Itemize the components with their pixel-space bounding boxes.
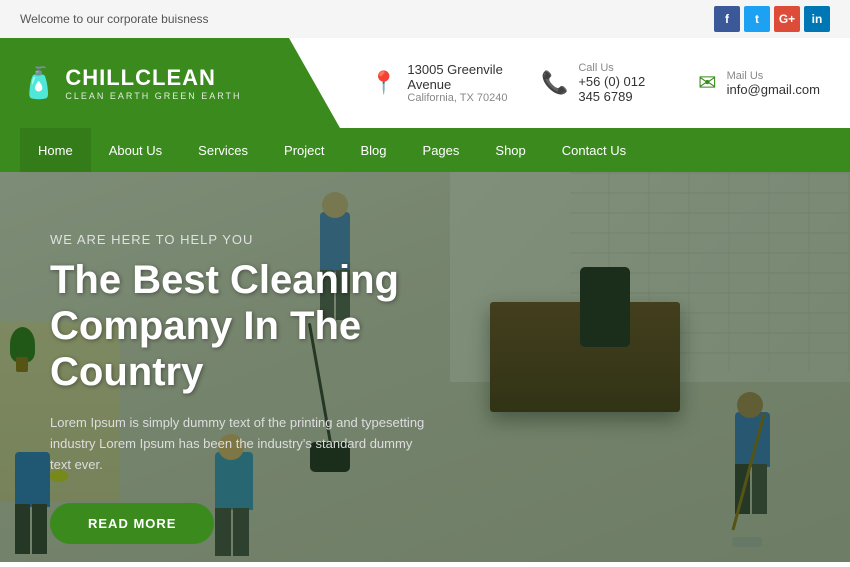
- nav-project[interactable]: Project: [266, 128, 342, 172]
- phone-number: +56 (0) 012 345 6789: [578, 74, 668, 104]
- welcome-text: Welcome to our corporate buisness: [20, 12, 209, 26]
- logo-area: 🧴 CHILLCLEAN CLEAN EARTH GREEN EARTH: [0, 38, 340, 128]
- contact-phone: 📞 Call Us +56 (0) 012 345 6789: [541, 62, 668, 104]
- nav-pages[interactable]: Pages: [405, 128, 478, 172]
- hero-section: WE ARE HERE TO HELP YOU The Best Cleanin…: [0, 172, 850, 562]
- hero-subtitle: WE ARE HERE TO HELP YOU: [50, 232, 510, 247]
- contact-email: ✉ Mail Us info@gmail.com: [698, 70, 820, 97]
- brand-name: CHILLCLEAN: [65, 65, 241, 91]
- address-line1: 13005 Greenvile Avenue: [407, 62, 511, 92]
- mail-label: Mail Us: [727, 70, 820, 82]
- main-nav: Home About Us Services Project Blog Page…: [0, 128, 850, 172]
- hero-content: WE ARE HERE TO HELP YOU The Best Cleanin…: [0, 172, 560, 562]
- top-bar: Welcome to our corporate buisness f t G+…: [0, 0, 850, 38]
- twitter-icon[interactable]: t: [744, 6, 770, 32]
- hero-description: Lorem Ipsum is simply dummy text of the …: [50, 413, 430, 475]
- facebook-icon[interactable]: f: [714, 6, 740, 32]
- nav-services[interactable]: Services: [180, 128, 266, 172]
- brand-tagline: CLEAN EARTH GREEN EARTH: [65, 91, 241, 101]
- linkedin-icon[interactable]: in: [804, 6, 830, 32]
- nav-home[interactable]: Home: [20, 128, 91, 172]
- phone-icon: 📞: [541, 70, 568, 96]
- header-contacts: 📍 13005 Greenvile Avenue California, TX …: [340, 62, 850, 104]
- header: 🧴 CHILLCLEAN CLEAN EARTH GREEN EARTH 📍 1…: [0, 38, 850, 128]
- logo-icon: 🧴: [20, 66, 57, 101]
- hero-title: The Best Cleaning Company In The Country: [50, 257, 510, 395]
- phone-label: Call Us: [578, 62, 668, 74]
- address-text: 13005 Greenvile Avenue California, TX 70…: [407, 62, 511, 104]
- nav-blog[interactable]: Blog: [343, 128, 405, 172]
- address-line2: California, TX 70240: [407, 92, 511, 104]
- location-icon: 📍: [370, 70, 397, 96]
- googleplus-icon[interactable]: G+: [774, 6, 800, 32]
- read-more-button[interactable]: READ MORE: [50, 503, 214, 544]
- social-icons: f t G+ in: [714, 6, 830, 32]
- nav-contact[interactable]: Contact Us: [544, 128, 644, 172]
- contact-address: 📍 13005 Greenvile Avenue California, TX …: [370, 62, 511, 104]
- phone-text: Call Us +56 (0) 012 345 6789: [578, 62, 668, 104]
- email-text: Mail Us info@gmail.com: [727, 70, 820, 97]
- email-address: info@gmail.com: [727, 82, 820, 97]
- mail-icon: ✉: [698, 70, 716, 96]
- nav-about[interactable]: About Us: [91, 128, 180, 172]
- nav-shop[interactable]: Shop: [477, 128, 543, 172]
- logo-text: CHILLCLEAN CLEAN EARTH GREEN EARTH: [65, 65, 241, 101]
